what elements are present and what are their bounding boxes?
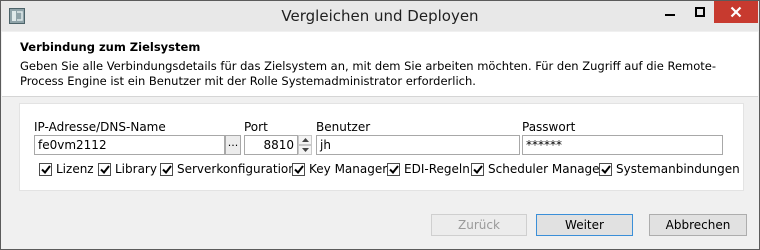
checkbox-label: Scheduler Manager — [488, 162, 605, 176]
port-label: Port — [244, 120, 268, 134]
close-button[interactable] — [714, 1, 758, 23]
next-button[interactable]: Weiter — [536, 214, 633, 236]
cancel-button[interactable]: Abbrechen — [649, 214, 747, 236]
checkbox-systemanbindungen[interactable]: Systemanbindungen — [599, 162, 740, 176]
checkbox-label: Serverkonfiguration — [177, 162, 296, 176]
dialog-window: Vergleichen und Deployen Verbindung zum … — [0, 0, 760, 250]
password-label: Passwort — [522, 120, 576, 134]
port-spinner[interactable] — [298, 135, 312, 155]
ip-label: IP-Adresse/DNS-Name — [34, 120, 166, 134]
checkbox-library[interactable]: Library — [98, 162, 157, 176]
spin-down-button[interactable] — [298, 145, 312, 155]
checkbox-label: Key Manager — [309, 162, 388, 176]
checkbox-box[interactable] — [292, 162, 305, 176]
dialog-header: Verbindung zum Zielsystem Geben Sie alle… — [2, 32, 758, 97]
spin-up-button[interactable] — [298, 135, 312, 145]
checkbox-edi-regeln[interactable]: EDI-Regeln — [387, 162, 470, 176]
port-input[interactable]: 8810 — [244, 135, 298, 155]
minimize-button[interactable] — [655, 1, 685, 23]
password-input[interactable]: ****** — [522, 135, 723, 155]
checkbox-box[interactable] — [387, 162, 400, 176]
checkbox-lizenz[interactable]: Lizenz — [39, 162, 94, 176]
checkbox-label: Library — [115, 162, 157, 176]
check-icon — [99, 164, 110, 174]
header-description: Geben Sie alle Verbindungsdetails für da… — [20, 59, 716, 88]
check-icon — [472, 164, 483, 174]
check-icon — [388, 164, 399, 174]
checkbox-box[interactable] — [160, 162, 173, 176]
checkbox-label: Lizenz — [56, 162, 94, 176]
checkbox-box[interactable] — [599, 162, 612, 176]
title-bar[interactable]: Vergleichen und Deployen — [1, 1, 759, 31]
checkbox-box[interactable] — [471, 162, 484, 176]
header-title: Verbindung zum Zielsystem — [20, 40, 201, 54]
connection-panel: IP-Adresse/DNS-Name fe0vm2112 ... Port 8… — [19, 103, 744, 191]
user-input[interactable]: jh — [316, 135, 520, 155]
check-icon — [161, 164, 172, 174]
back-button[interactable]: Zurück — [431, 214, 527, 236]
chevron-down-icon — [301, 148, 309, 152]
chevron-up-icon — [301, 138, 309, 142]
window-title: Vergleichen und Deployen — [281, 7, 479, 25]
check-icon — [293, 164, 304, 174]
checkbox-label: EDI-Regeln — [404, 162, 470, 176]
checkbox-scheduler-manager[interactable]: Scheduler Manager — [471, 162, 605, 176]
ip-input[interactable]: fe0vm2112 — [34, 135, 225, 155]
check-icon — [40, 164, 51, 174]
minimize-icon — [665, 14, 675, 16]
check-icon — [600, 164, 611, 174]
maximize-icon — [695, 7, 705, 17]
checkbox-label: Systemanbindungen — [616, 162, 740, 176]
maximize-button[interactable] — [685, 1, 715, 23]
checkbox-serverkonfiguration[interactable]: Serverkonfiguration — [160, 162, 296, 176]
checkbox-key-manager[interactable]: Key Manager — [292, 162, 387, 176]
browse-button[interactable]: ... — [225, 135, 241, 155]
close-icon — [730, 6, 742, 18]
checkbox-box[interactable] — [98, 162, 111, 176]
user-label: Benutzer — [316, 120, 371, 134]
checkbox-box[interactable] — [39, 162, 52, 176]
